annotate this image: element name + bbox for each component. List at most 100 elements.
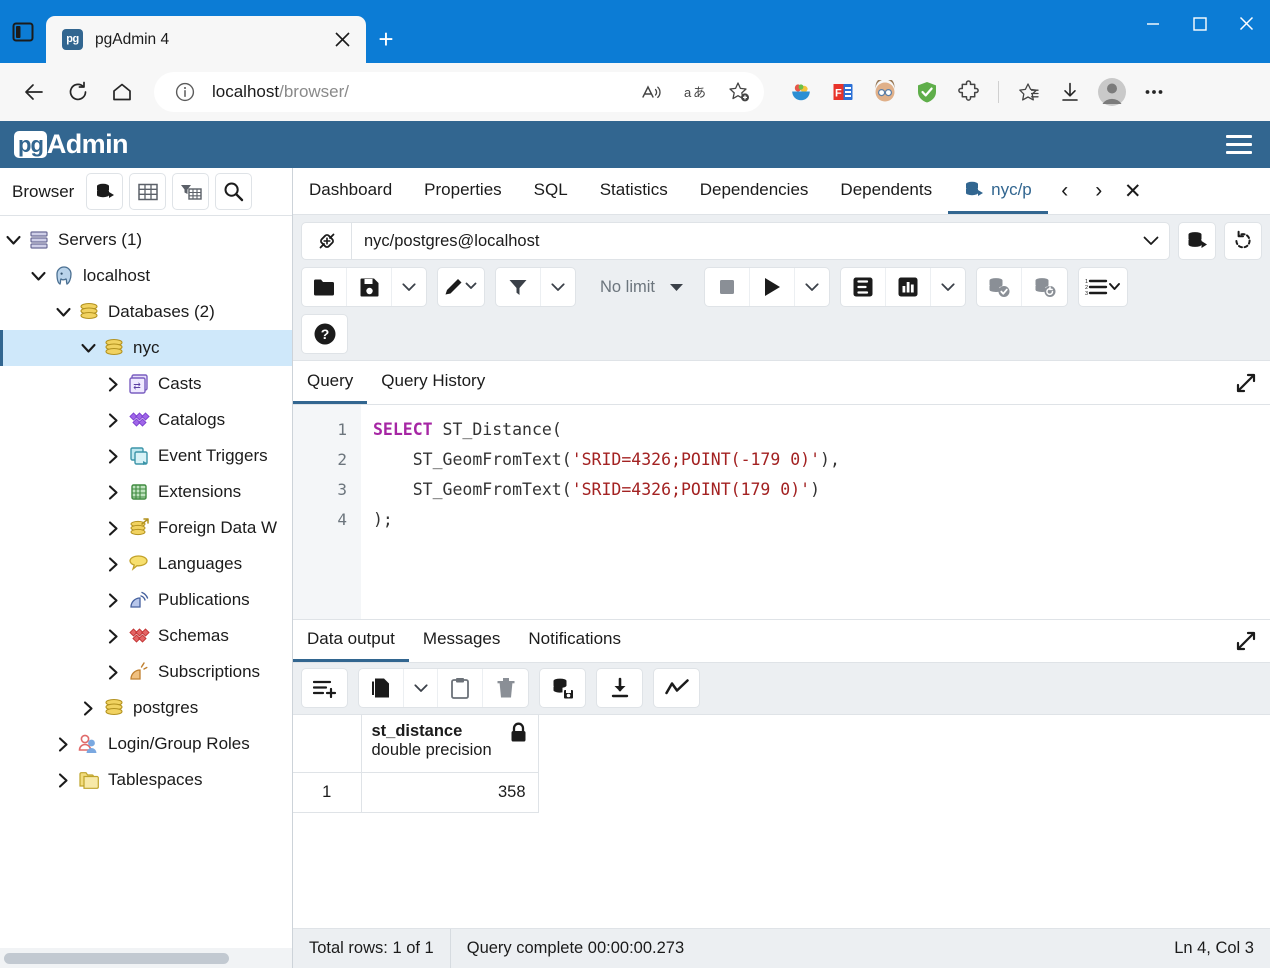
chevron-right-icon[interactable]	[100, 376, 126, 392]
chevron-right-icon[interactable]	[100, 556, 126, 572]
tree-item-tablespaces[interactable]: Tablespaces	[0, 762, 292, 798]
object-tree[interactable]: Servers (1) localhost Databases (2) nyc ⇄ Cas…	[0, 216, 292, 948]
paste-icon[interactable]	[438, 669, 483, 707]
hamburger-menu-icon[interactable]	[1224, 129, 1254, 160]
translate-icon[interactable]: aあ	[678, 75, 712, 109]
tree-item-languages[interactable]: Languages	[0, 546, 292, 582]
tree-item-login-group-roles[interactable]: Login/Group Roles	[0, 726, 292, 762]
manage-connections-icon[interactable]	[1178, 222, 1216, 260]
chevron-right-icon[interactable]	[100, 520, 126, 536]
macros-icon[interactable]: 123	[1079, 268, 1127, 306]
chevron-right-icon[interactable]	[100, 484, 126, 500]
table-row[interactable]: 1 358	[293, 772, 539, 813]
tree-item-extensions[interactable]: Extensions	[0, 474, 292, 510]
tab-data-output[interactable]: Data output	[293, 620, 409, 662]
window-maximize-button[interactable]	[1176, 0, 1223, 47]
chevron-down-icon[interactable]	[50, 307, 76, 318]
tree-item-nyc[interactable]: nyc	[0, 330, 292, 366]
tree-item-event-triggers[interactable]: Event Triggers	[0, 438, 292, 474]
code-line[interactable]: );	[373, 505, 1270, 535]
delete-row-icon[interactable]	[483, 669, 528, 707]
save-chevron-down-icon[interactable]	[392, 268, 426, 306]
expand-panel-icon[interactable]	[1222, 620, 1270, 662]
tab-sql[interactable]: SQL	[518, 168, 584, 214]
code-line[interactable]: ST_GeomFromText('SRID=4326;POINT(-179 0)…	[373, 445, 1270, 475]
tab-dashboard[interactable]: Dashboard	[293, 168, 408, 214]
sql-editor[interactable]: 1 2 3 4 SELECT ST_Distance( ST_GeomFromText…	[293, 405, 1270, 619]
tab-close-icon[interactable]	[328, 26, 356, 54]
open-file-icon[interactable]	[302, 268, 347, 306]
scrollbar-thumb[interactable]	[4, 952, 229, 964]
tree-item-foreign-data-w[interactable]: Foreign Data W	[0, 510, 292, 546]
tree-item-publications[interactable]: Publications	[0, 582, 292, 618]
download-csv-icon[interactable]	[597, 669, 642, 707]
result-grid-wrapper[interactable]: st_distance double precision 1 358	[293, 714, 1270, 928]
f-extension-icon[interactable]: F	[824, 73, 862, 111]
reload-icon[interactable]	[58, 72, 98, 112]
browser-tab-pgadmin[interactable]: pg pgAdmin 4	[46, 16, 366, 63]
code-line[interactable]: SELECT ST_Distance(	[373, 415, 1270, 445]
tab-close-button[interactable]: ✕	[1116, 168, 1150, 214]
commit-icon[interactable]	[977, 268, 1023, 306]
window-close-button[interactable]	[1223, 0, 1270, 47]
chevron-right-icon[interactable]	[50, 772, 76, 788]
edit-pencil-icon[interactable]	[438, 268, 484, 306]
connection-selector[interactable]: nyc/postgres@localhost	[301, 222, 1170, 260]
tab-next-button[interactable]: ›	[1082, 168, 1116, 214]
cell-st-distance[interactable]: 358	[361, 772, 539, 813]
adblock-shield-icon[interactable]	[908, 73, 946, 111]
new-tab-button[interactable]: +	[366, 16, 406, 63]
add-row-icon[interactable]	[302, 669, 347, 707]
explain-icon[interactable]	[841, 268, 887, 306]
chevron-right-icon[interactable]	[100, 592, 126, 608]
chevron-down-icon[interactable]	[25, 271, 51, 282]
reset-layout-icon[interactable]	[1224, 222, 1262, 260]
filter-grid-icon[interactable]	[172, 173, 210, 210]
save-data-changes-icon[interactable]	[540, 669, 585, 707]
tab-properties[interactable]: Properties	[408, 168, 517, 214]
favorites-star-icon[interactable]	[1009, 73, 1047, 111]
tree-item-servers-1[interactable]: Servers (1)	[0, 222, 292, 258]
tab-query[interactable]: Query	[293, 361, 368, 404]
copy-icon[interactable]	[359, 669, 404, 707]
profile-avatar-icon[interactable]	[1093, 73, 1131, 111]
chevron-right-icon[interactable]	[50, 736, 76, 752]
tab-dependents[interactable]: Dependents	[824, 168, 948, 214]
column-header-st-distance[interactable]: st_distance double precision	[361, 714, 539, 773]
fruit-bowl-icon[interactable]	[782, 73, 820, 111]
puzzle-extensions-icon[interactable]	[950, 73, 988, 111]
chevron-right-icon[interactable]	[75, 700, 101, 716]
chevron-right-icon[interactable]	[100, 664, 126, 680]
graph-visualiser-icon[interactable]	[654, 669, 699, 707]
tab-notifications[interactable]: Notifications	[514, 620, 635, 662]
grid-icon[interactable]	[129, 173, 167, 210]
tab-dependencies[interactable]: Dependencies	[684, 168, 825, 214]
search-icon[interactable]	[215, 173, 253, 210]
sql-code[interactable]: SELECT ST_Distance( ST_GeomFromText('SRI…	[361, 405, 1270, 619]
chevron-down-icon[interactable]	[75, 343, 101, 354]
address-bar[interactable]: localhost/browser/ aあ	[154, 72, 764, 112]
expand-panel-icon[interactable]	[1222, 361, 1270, 404]
chevron-right-icon[interactable]	[100, 628, 126, 644]
window-minimize-button[interactable]	[1129, 0, 1176, 47]
tree-horizontal-scrollbar[interactable]	[0, 948, 292, 968]
tree-item-catalogs[interactable]: Catalogs	[0, 402, 292, 438]
chevron-right-icon[interactable]	[100, 448, 126, 464]
tree-item-localhost[interactable]: localhost	[0, 258, 292, 294]
save-file-icon[interactable]	[347, 268, 392, 306]
browser-tree-icon[interactable]	[86, 173, 124, 210]
filter-chevron-down-icon[interactable]	[541, 268, 575, 306]
copy-chevron-down-icon[interactable]	[404, 669, 438, 707]
tab-query-history[interactable]: Query History	[367, 361, 499, 404]
execute-chevron-down-icon[interactable]	[795, 268, 829, 306]
home-icon[interactable]	[102, 72, 142, 112]
explain-analyze-icon[interactable]	[886, 268, 932, 306]
code-line[interactable]: ST_GeomFromText('SRID=4326;POINT(179 0)'…	[373, 475, 1270, 505]
downloads-icon[interactable]	[1051, 73, 1089, 111]
rollback-icon[interactable]	[1022, 268, 1067, 306]
tab-statistics[interactable]: Statistics	[584, 168, 684, 214]
tree-item-subscriptions[interactable]: Subscriptions	[0, 654, 292, 690]
execute-play-icon[interactable]	[750, 268, 796, 306]
row-limit-select[interactable]: No limit	[586, 268, 694, 306]
tree-item-postgres[interactable]: postgres	[0, 690, 292, 726]
